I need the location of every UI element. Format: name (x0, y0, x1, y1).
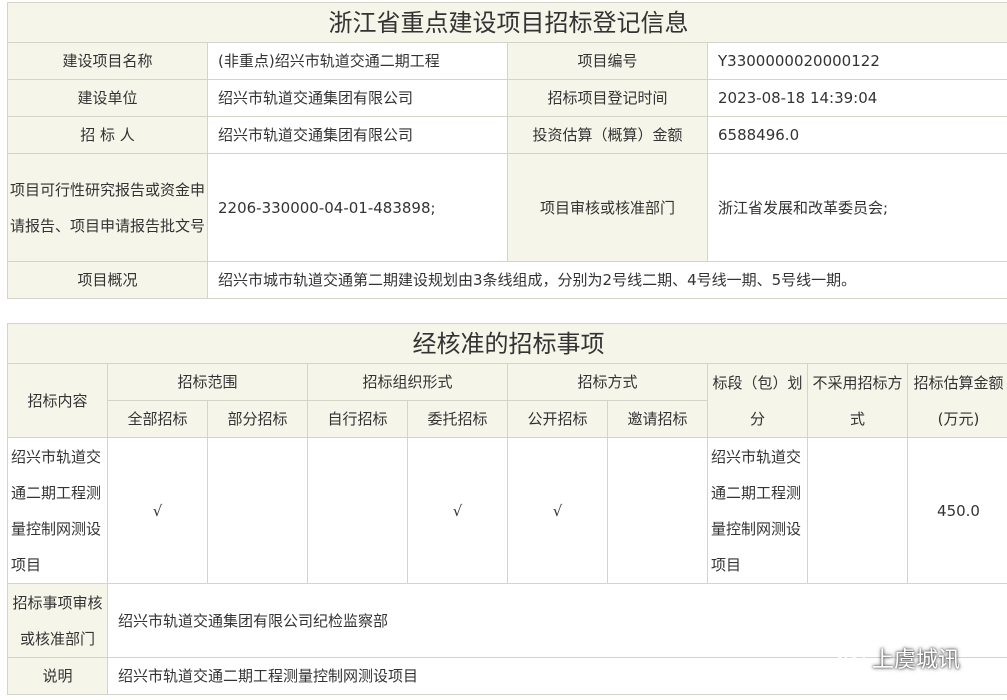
row-scope-all: √ (107, 437, 208, 584)
header-scope-all: 全部招标 (107, 400, 208, 438)
investment-value: 6588496.0 (707, 116, 1007, 154)
row-scope-part (207, 437, 308, 584)
overview-value: 绍兴市城市轨道交通第二期建设规划由3条线组成，分别为2号线二期、4号线一期、5号… (207, 261, 1007, 299)
row-method-invite (607, 437, 708, 584)
registration-title: 浙江省重点建设项目招标登记信息 (7, 2, 1007, 43)
review-label: 招标事项审核或核准部门 (7, 583, 108, 658)
header-method: 招标方式 (507, 363, 708, 401)
project-number-label: 项目编号 (507, 42, 708, 80)
row-section: 绍兴市轨道交通二期工程测量控制网测设项目 (707, 437, 808, 584)
overview-label: 项目概况 (7, 261, 208, 299)
header-org-entrust: 委托招标 (407, 400, 508, 438)
project-name-value: (非重点)绍兴市轨道交通二期工程 (207, 42, 508, 80)
review-dept-label: 项目审核或核准部门 (507, 153, 708, 262)
approval-doc-value: 2206-330000-04-01-483898; (207, 153, 508, 262)
builder-value: 绍兴市轨道交通集团有限公司 (207, 79, 508, 117)
header-org: 招标组织形式 (307, 363, 508, 401)
registration-table: 浙江省重点建设项目招标登记信息 建设项目名称 (非重点)绍兴市轨道交通二期工程 … (7, 2, 1007, 299)
header-section: 标段（包）划分 (707, 363, 808, 438)
header-scope-part: 部分招标 (207, 400, 308, 438)
tenderer-value: 绍兴市轨道交通集团有限公司 (207, 116, 508, 154)
header-method-open: 公开招标 (507, 400, 608, 438)
project-number-value: Y3300000020000122 (707, 42, 1007, 80)
review-dept-value: 浙江省发展和改革委员会; (707, 153, 1007, 262)
watermark: 上虞城讯 (836, 640, 1006, 676)
approved-title: 经核准的招标事项 (6, 323, 1007, 364)
row-no-method (807, 437, 908, 584)
wechat-icon (836, 642, 872, 674)
row-org-self (307, 437, 408, 584)
note-label: 说明 (7, 657, 108, 695)
header-org-self: 自行招标 (307, 400, 408, 438)
builder-label: 建设单位 (7, 79, 208, 117)
register-time-label: 招标项目登记时间 (507, 79, 708, 117)
header-estimate: 招标估算金额(万元) (906, 363, 1007, 438)
approval-doc-label: 项目可行性研究报告或资金申请报告、项目申请报告批文号 (7, 153, 208, 262)
header-content: 招标内容 (7, 363, 108, 438)
row-method-open: √ (507, 437, 608, 584)
row-estimate: 450.0 (906, 437, 1007, 584)
row-org-entrust: √ (407, 437, 508, 584)
row-content: 绍兴市轨道交通二期工程测量控制网测设项目 (7, 437, 108, 584)
project-name-label: 建设项目名称 (7, 42, 208, 80)
header-method-invite: 邀请招标 (607, 400, 708, 438)
header-no-method: 不采用招标方式 (807, 363, 908, 438)
register-time-value: 2023-08-18 14:39:04 (707, 79, 1007, 117)
investment-label: 投资估算（概算）金额 (507, 116, 708, 154)
tenderer-label: 招 标 人 (7, 116, 208, 154)
watermark-text: 上虞城讯 (872, 648, 961, 673)
header-scope: 招标范围 (107, 363, 308, 401)
